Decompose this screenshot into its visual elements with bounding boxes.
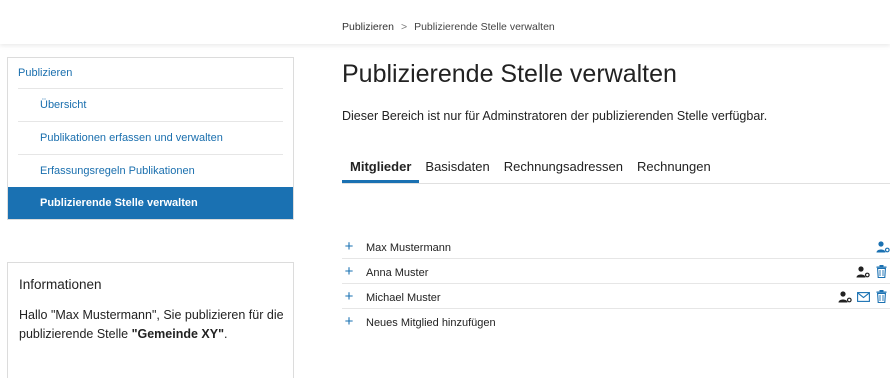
sidebar-nav: Publizieren Übersicht Publikationen erfa…	[7, 57, 294, 220]
user-admin-icon[interactable]	[856, 265, 870, 279]
mail-icon[interactable]	[856, 290, 870, 304]
user-admin-icon[interactable]	[876, 240, 890, 254]
member-name[interactable]: Max Mustermann	[366, 242, 451, 254]
trash-icon[interactable]	[874, 290, 888, 304]
member-list: + Max Mustermann + Anna Muster + Michael Mu…	[342, 234, 890, 334]
sidebar-item-uebersicht[interactable]: Übersicht	[18, 88, 283, 121]
breadcrumb-current: Publizierende Stelle verwalten	[414, 21, 555, 33]
info-publisher-name: "Gemeinde XY"	[131, 327, 225, 341]
info-text-end: .	[224, 327, 228, 341]
info-box: Informationen Hallo "Max Mustermann", Si…	[7, 262, 294, 378]
member-name[interactable]: Anna Muster	[366, 267, 428, 279]
page-title: Publizierende Stelle verwalten	[342, 60, 677, 88]
breadcrumb-root-link[interactable]: Publizieren	[342, 21, 394, 33]
breadcrumb: Publizieren > Publizierende Stelle verwalt…	[342, 21, 555, 33]
sidebar-item-publikationen[interactable]: Publikationen erfassen und verwalten	[18, 121, 283, 154]
breadcrumb-separator: >	[400, 21, 408, 33]
member-name[interactable]: Michael Muster	[366, 292, 441, 304]
info-title: Informationen	[19, 277, 102, 292]
tab-rechnungen[interactable]: Rechnungen	[637, 159, 711, 182]
member-actions	[856, 259, 888, 284]
top-bar: Publizieren > Publizierende Stelle verwalt…	[0, 0, 890, 44]
tab-bar: Mitglieder Basisdaten Rechnungsadressen Rec…	[342, 158, 890, 184]
page-description: Dieser Bereich ist nur für Adminstratore…	[342, 109, 768, 123]
add-plus-icon[interactable]: +	[342, 309, 356, 334]
member-actions	[876, 234, 890, 259]
expand-plus-icon[interactable]: +	[342, 259, 356, 284]
expand-plus-icon[interactable]: +	[342, 234, 356, 259]
tab-mitglieder[interactable]: Mitglieder	[342, 159, 420, 183]
sidebar-item-erfassungsregeln[interactable]: Erfassungsregeln Publikationen	[18, 154, 283, 187]
sidebar-item-publizieren[interactable]: Publizieren	[8, 58, 293, 88]
tab-basisdaten[interactable]: Basisdaten	[425, 159, 489, 182]
add-member-link[interactable]: Neues Mitglied hinzufügen	[366, 317, 496, 329]
trash-icon[interactable]	[874, 265, 888, 279]
add-member-row[interactable]: + Neues Mitglied hinzufügen	[342, 309, 890, 334]
info-text: Hallo "Max Mustermann", Sie publizieren …	[19, 306, 287, 344]
member-row-anna: + Anna Muster	[342, 259, 890, 284]
user-admin-icon[interactable]	[838, 290, 852, 304]
tab-rechnungsadressen[interactable]: Rechnungsadressen	[504, 159, 623, 182]
member-row-max: + Max Mustermann	[342, 234, 890, 259]
sidebar-item-publizierende-stelle[interactable]: Publizierende Stelle verwalten	[8, 187, 293, 219]
expand-plus-icon[interactable]: +	[342, 284, 356, 309]
member-actions	[838, 284, 888, 309]
main-content: Publizierende Stelle verwalten Dieser Be…	[342, 56, 890, 330]
member-row-michael: + Michael Muster	[342, 284, 890, 309]
